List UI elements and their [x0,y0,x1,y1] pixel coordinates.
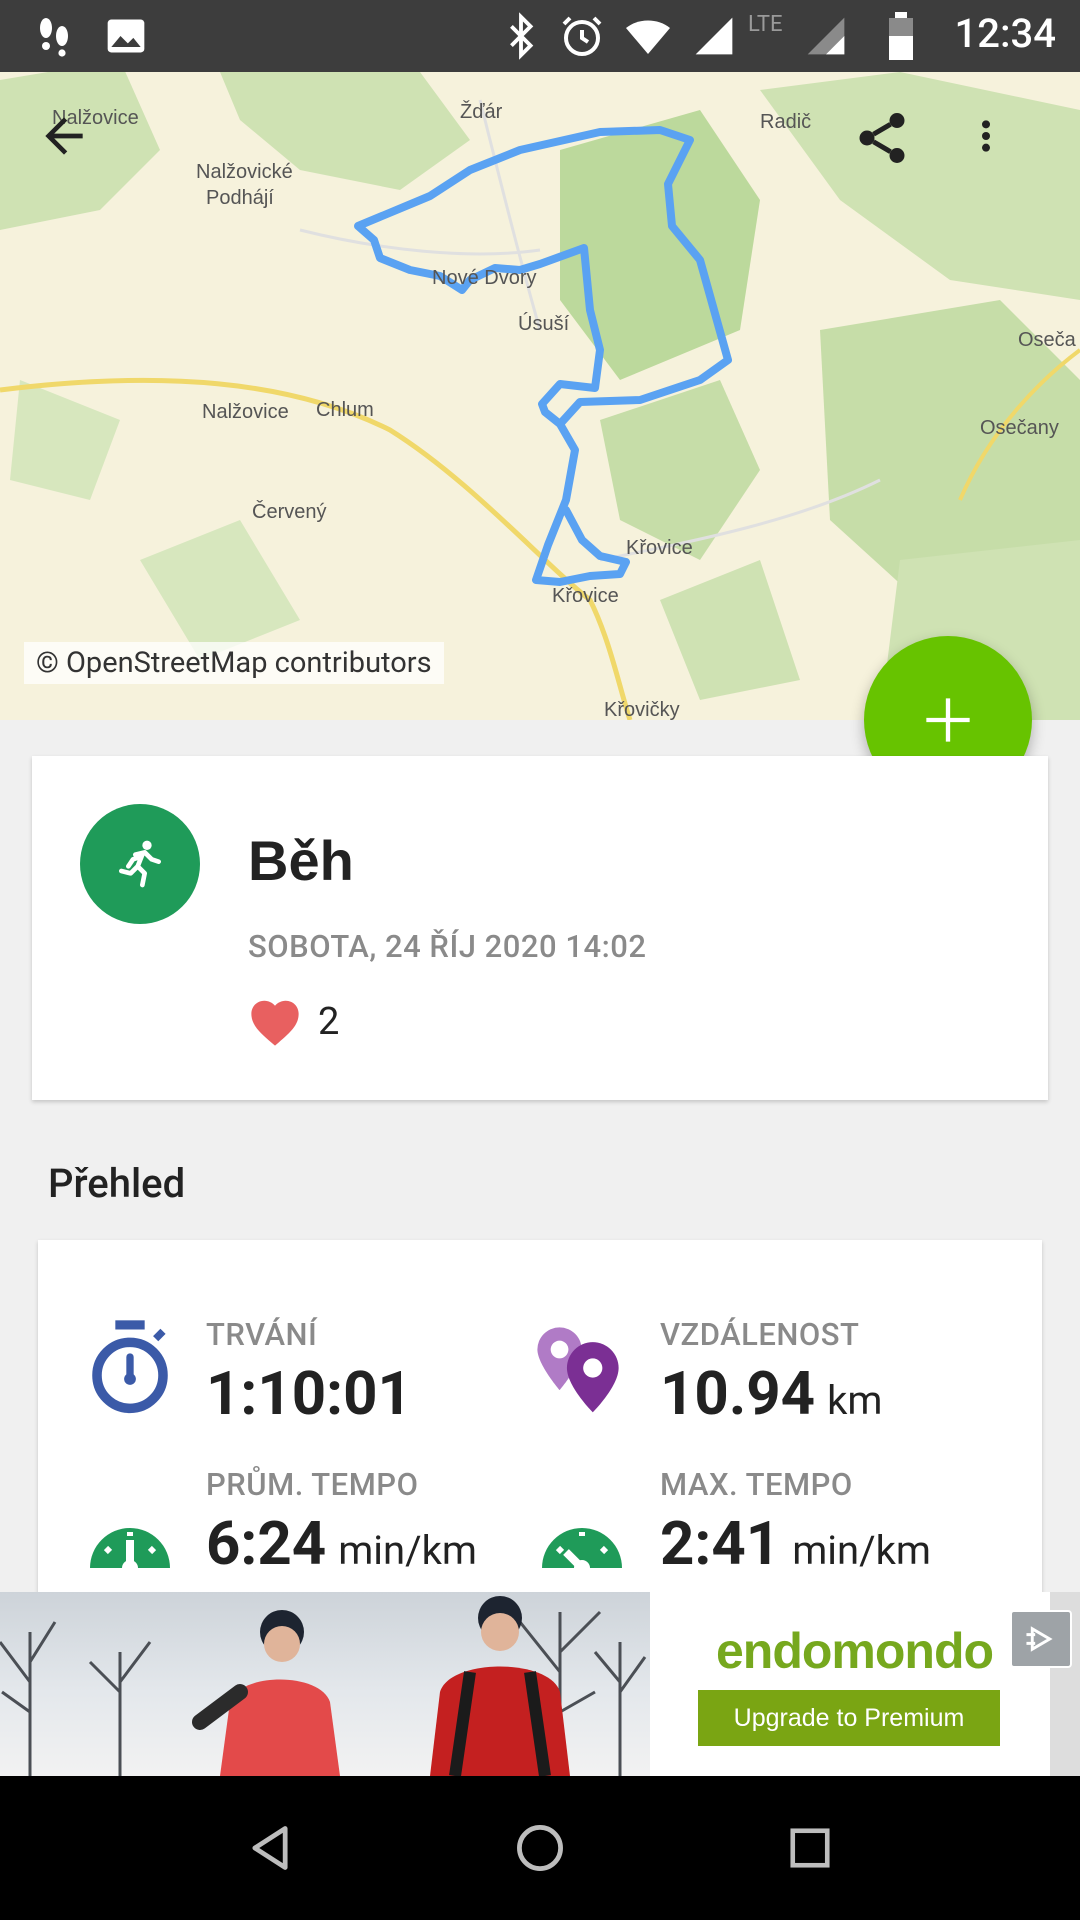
stat-label: VZDÁLENOST [660,1316,860,1353]
navigation-bar [0,1776,1080,1920]
wifi-icon [626,20,670,54]
stat-label: TRVÁNÍ [206,1316,318,1353]
stat-number: 10.94 [660,1358,816,1429]
map-label: Osečany [980,417,1059,439]
endomondo-logo: endomondo [716,1623,994,1679]
stat-value: 1:10:01 [206,1358,412,1429]
stat-unit: min/km [338,1527,477,1574]
status-bar: LTE 12:34 [0,0,1080,72]
ad-choices-icon [1026,1626,1053,1652]
footprints-icon [40,18,68,57]
back-button[interactable] [36,108,132,204]
stat-label: PRŮM. TEMPO [206,1466,419,1503]
map-label: Oseča [1018,329,1077,351]
bluetooth-icon [510,12,534,60]
nav-home-icon [517,1825,563,1871]
stat-value: 10.94 km [660,1358,882,1429]
plus-icon [926,698,970,742]
ad-content: endomondo Upgrade to Premium [650,1592,1050,1776]
map-label: Žďár [460,100,503,123]
arrow-left-icon [45,117,83,155]
map-label: Křovice [626,537,693,559]
nav-back-button[interactable] [190,1776,350,1920]
sport-title: Běh [248,829,354,892]
map-label: Úsuší [518,312,570,335]
map-label: Podhájí [206,187,274,209]
status-time: 12:34 [954,10,1056,57]
stat-unit: min/km [792,1527,931,1574]
ad-banner[interactable]: endomondo Upgrade to Premium [0,1592,1080,1776]
signal-icon [695,17,733,55]
map-label: Radič [760,111,811,133]
workout-date: SOBOTA, 24 ŘÍJ 2020 14:02 [248,928,647,965]
map-label: Nalžovické [196,161,293,183]
map-label: Červený [252,500,326,523]
lte-signal-icon [807,17,845,55]
alarm-icon [562,16,602,56]
stat-number: 2:41 [660,1508,781,1579]
stat-value: 2:41 min/km [660,1508,931,1579]
speedometer-icon [542,1528,622,1576]
more-options-button[interactable] [966,108,1062,204]
battery-icon [889,12,913,60]
speedometer-icon [90,1528,170,1576]
nav-recents-button[interactable] [730,1776,890,1920]
ad-photo [0,1592,650,1776]
likes-count: 2 [318,1000,340,1044]
stopwatch-icon [92,1320,168,1414]
likes[interactable]: 2 [246,996,339,1048]
nav-back-icon [252,1826,288,1870]
runners-image [0,1596,647,1776]
stats-card: TRVÁNÍ 1:10:01 VZDÁLENOST 10.94 km PRŮM. … [38,1240,1042,1596]
lte-label: LTE [748,12,783,37]
share-button[interactable] [852,108,948,204]
sport-badge [80,804,200,924]
stat-number: 1:10:01 [206,1358,412,1429]
overview-title: Přehled [48,1160,186,1207]
map-label: Chlum [316,399,374,421]
share-icon [859,113,905,163]
nav-recents-icon [790,1828,830,1868]
upgrade-premium-button[interactable]: Upgrade to Premium [698,1690,1000,1746]
running-icon [119,840,162,888]
ad-close-button[interactable] [1010,1610,1072,1668]
workout-summary-card: Běh SOBOTA, 24 ŘÍJ 2020 14:02 2 [32,756,1048,1100]
heart-icon [251,1000,299,1046]
nav-home-button[interactable] [460,1776,620,1920]
map-label: Křovičky [604,699,680,720]
image-icon [107,19,145,53]
map-label: Křovice [552,585,619,607]
map-label: Nové Dvory [432,267,536,289]
distance-pins-icon [537,1327,619,1413]
stat-number: 6:24 [206,1508,327,1579]
stat-value: 6:24 min/km [206,1508,477,1579]
stat-label: MAX. TEMPO [660,1466,853,1503]
stat-unit: km [827,1377,883,1424]
more-vert-icon [982,120,990,152]
map-label: Nalžovice [202,401,289,423]
route-map[interactable]: Nalžovice Žďár Radič Nalžovické Podhájí … [0,0,1080,720]
map-attribution[interactable]: © OpenStreetMap contributors [24,642,444,684]
